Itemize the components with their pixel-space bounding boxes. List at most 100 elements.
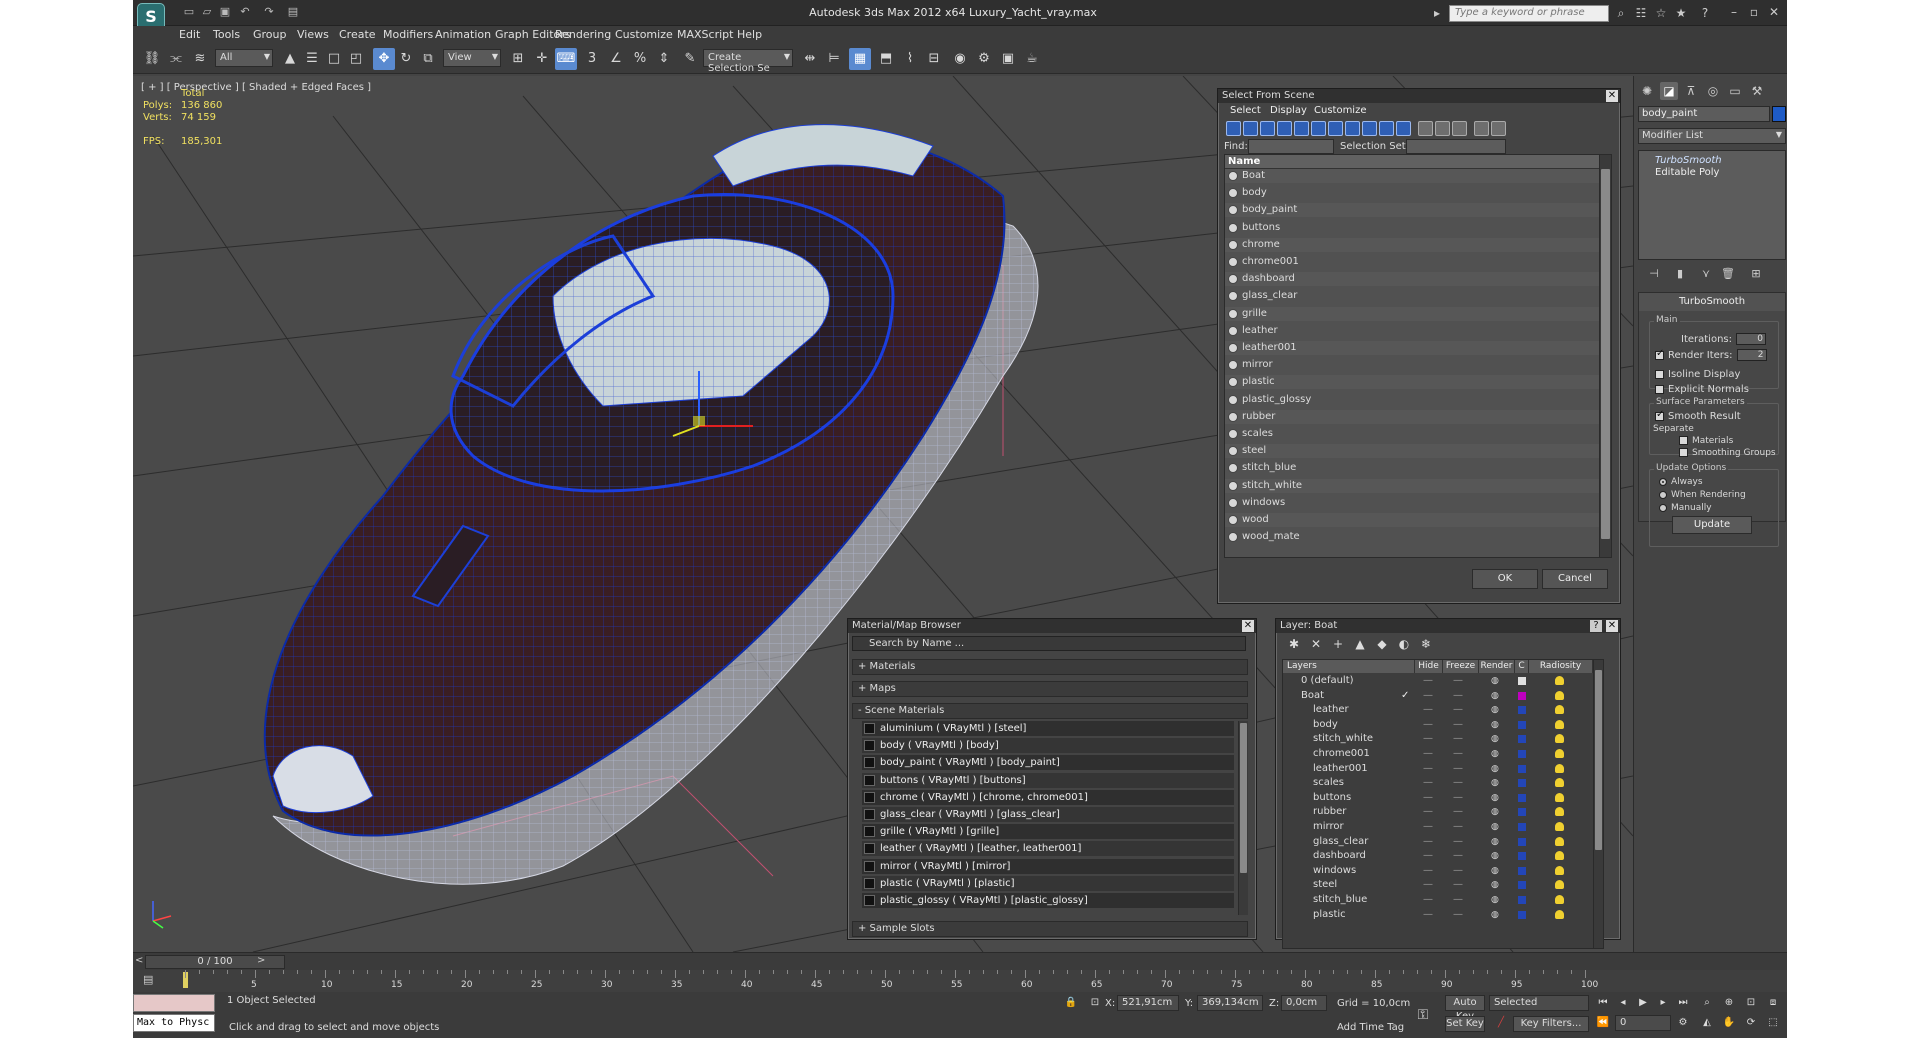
stack-item-editable-poly[interactable]: Editable Poly [1655, 167, 1719, 178]
scene-material-row[interactable]: buttons ( VRayMtl ) [buttons] [862, 772, 1234, 788]
open-file-icon[interactable]: ▱ [199, 5, 215, 19]
edit-named-selection-icon[interactable]: ✎ [679, 48, 701, 70]
filter-icon[interactable] [1474, 121, 1489, 136]
field-of-view-icon[interactable]: ◭ [1699, 1016, 1715, 1030]
window-crossing-icon[interactable]: ◰ [345, 48, 367, 70]
auto-key-button[interactable]: Auto Key [1445, 995, 1485, 1022]
help-icon[interactable]: ? [1697, 6, 1713, 20]
scene-object-row[interactable]: chrome [1225, 237, 1599, 252]
render-teapot-icon[interactable]: ◍ [1491, 878, 1499, 892]
select-and-rotate-icon[interactable]: ↻ [395, 48, 417, 70]
layer-color-swatch[interactable] [1518, 720, 1526, 729]
time-next-icon[interactable]: > [257, 955, 265, 966]
utilities-tab-icon[interactable]: ⚒ [1748, 82, 1766, 100]
layer-color-swatch[interactable] [1518, 677, 1526, 685]
lock-selection-icon[interactable]: 🔒 [1063, 996, 1079, 1010]
layer-row[interactable]: dashboard — — ◍ [1283, 849, 1593, 863]
layer-row[interactable]: glass_clear — — ◍ [1283, 835, 1593, 849]
menu-edit[interactable]: Edit [179, 28, 200, 41]
layer-color-swatch[interactable] [1518, 735, 1526, 744]
radiosity-bulb-icon[interactable] [1555, 895, 1564, 904]
named-selection-set-dropdown[interactable]: Create Selection Se ▼ [703, 49, 793, 74]
close-button[interactable]: ✕ [1763, 4, 1785, 20]
col-hide[interactable]: Hide [1415, 660, 1443, 673]
display-groups-icon[interactable] [1328, 121, 1343, 136]
render-teapot-icon[interactable]: ◍ [1491, 893, 1499, 907]
sfs-menu-select[interactable]: Select [1230, 105, 1261, 116]
scene-material-row[interactable]: grille ( VRayMtl ) [grille] [862, 824, 1234, 840]
render-teapot-icon[interactable]: ◍ [1491, 762, 1499, 776]
key-icon[interactable]: ⚿ [1415, 1008, 1431, 1022]
hide-toggle[interactable]: — [1423, 689, 1433, 703]
layer-row[interactable]: mirror — — ◍ [1283, 820, 1593, 834]
layer-color-swatch[interactable] [1518, 837, 1526, 846]
display-lights-icon[interactable] [1260, 121, 1275, 136]
col-radiosity[interactable]: Radiosity [1529, 660, 1593, 673]
layer-color-swatch[interactable] [1518, 896, 1526, 904]
layer-row[interactable]: leather001 — — ◍ [1283, 762, 1593, 776]
layer-row[interactable]: stitch_blue — — ◍ [1283, 893, 1593, 907]
rendered-frame-window-icon[interactable]: ▣ [997, 48, 1019, 70]
layer-row[interactable]: 0 (default) — — ◍ [1283, 674, 1593, 688]
radiosity-bulb-icon[interactable] [1555, 734, 1564, 744]
scene-list-scrollbar[interactable] [1599, 155, 1611, 557]
angle-snap-icon[interactable]: ∠ [605, 48, 627, 70]
col-render[interactable]: Render [1479, 660, 1515, 673]
scene-object-row[interactable]: plastic [1225, 375, 1599, 390]
freeze-toggle[interactable]: — [1453, 776, 1463, 790]
select-object-icon[interactable]: ▲ [279, 48, 301, 70]
menu-animation[interactable]: Animation [435, 28, 491, 41]
layer-color-swatch[interactable] [1518, 706, 1526, 715]
layer-color-swatch[interactable] [1518, 881, 1526, 890]
zoom-extents-icon[interactable]: ⊡ [1743, 996, 1759, 1010]
minimize-button[interactable]: – [1723, 4, 1745, 20]
go-to-start-icon[interactable]: ⏮ [1595, 996, 1611, 1010]
materials-checkbox[interactable] [1679, 436, 1688, 445]
select-all-icon[interactable] [1418, 121, 1433, 136]
col-layers[interactable]: Layers [1283, 660, 1415, 673]
freeze-toggle[interactable]: — [1453, 674, 1463, 688]
search-arrow-icon[interactable]: ▸ [1429, 6, 1445, 20]
material-editor-icon[interactable]: ◉ [949, 48, 971, 70]
menu-tools[interactable]: Tools [213, 28, 240, 41]
col-color[interactable]: C [1515, 660, 1529, 673]
col-freeze[interactable]: Freeze [1443, 660, 1479, 673]
viewport-label[interactable]: [ + ] [ Perspective ] [ Shaded + Edged F… [141, 82, 371, 93]
zoom-icon[interactable]: ⌕ [1699, 996, 1715, 1010]
close-icon[interactable]: ✕ [1606, 620, 1618, 632]
render-teapot-icon[interactable]: ◍ [1491, 703, 1499, 717]
select-none-icon[interactable] [1435, 121, 1450, 136]
maps-section[interactable]: + Maps [852, 681, 1248, 697]
radiosity-bulb-icon[interactable] [1555, 822, 1564, 831]
spinner-snap-icon[interactable]: ⇕ [653, 48, 675, 70]
hide-toggle[interactable]: — [1423, 732, 1433, 746]
scene-material-row[interactable]: chrome ( VRayMtl ) [chrome, chrome001] [862, 789, 1234, 805]
hide-all-layers-icon[interactable]: ◐ [1396, 636, 1412, 652]
y-coordinate-field[interactable]: 369,134cm [1197, 995, 1263, 1011]
scene-object-row[interactable]: leather001 [1225, 341, 1599, 355]
hide-toggle[interactable]: — [1423, 791, 1433, 805]
radiosity-bulb-icon[interactable] [1555, 807, 1564, 817]
select-by-name-icon[interactable]: ☰ [301, 48, 323, 70]
scene-object-row[interactable]: steel [1225, 444, 1599, 459]
layer-color-swatch[interactable] [1518, 691, 1526, 700]
hide-toggle[interactable]: — [1423, 674, 1433, 688]
hierarchy-tab-icon[interactable]: ⊼ [1682, 82, 1700, 100]
scene-object-row[interactable]: stitch_white [1225, 478, 1599, 493]
display-helpers-icon[interactable] [1294, 121, 1309, 136]
layer-row[interactable]: buttons — — ◍ [1283, 791, 1593, 805]
menu-views[interactable]: Views [297, 28, 329, 41]
radiosity-bulb-icon[interactable] [1555, 880, 1564, 890]
material-search-input[interactable]: Search by Name ... [852, 636, 1246, 651]
select-and-move-icon[interactable]: ✥ [373, 48, 395, 70]
help-icon[interactable]: ? [1590, 620, 1602, 632]
curve-editor-mini-icon[interactable]: ▤ [143, 973, 157, 987]
sample-slots-section[interactable]: + Sample Slots [852, 921, 1248, 937]
orbit-icon[interactable]: ⟳ [1743, 1016, 1759, 1030]
render-teapot-icon[interactable]: ◍ [1491, 849, 1499, 863]
motion-tab-icon[interactable]: ◎ [1704, 82, 1722, 100]
hide-toggle[interactable]: — [1423, 805, 1433, 819]
object-name-field[interactable]: body_paint [1638, 106, 1770, 122]
when-rendering-radio[interactable] [1659, 490, 1667, 499]
mirror-icon[interactable]: ⇹ [799, 48, 821, 70]
